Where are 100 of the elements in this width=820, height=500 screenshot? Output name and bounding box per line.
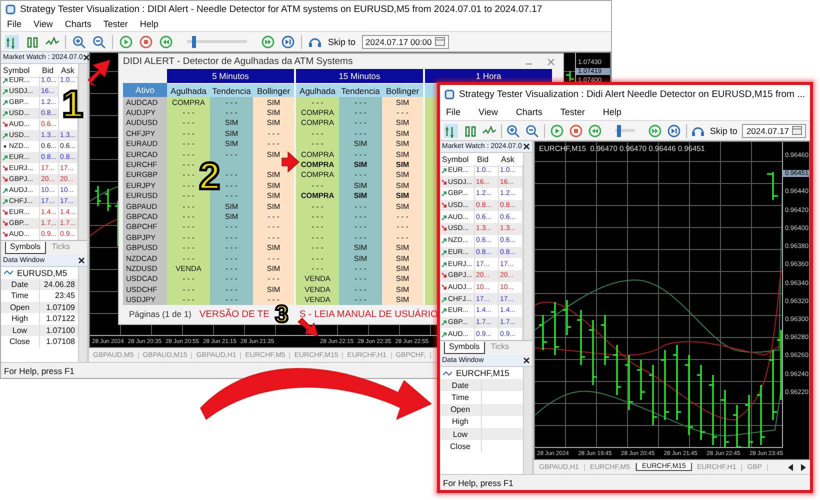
column-header[interactable]: Bid: [40, 64, 59, 78]
price-bar: [104, 188, 112, 212]
price-bar: [744, 394, 754, 447]
field-value: 1.07122: [45, 313, 76, 324]
wave-icon: [443, 370, 453, 377]
skip-end-icon[interactable]: [666, 124, 681, 138]
menu-item[interactable]: Help: [140, 19, 158, 29]
close-icon[interactable]: [82, 54, 90, 61]
fast-forward-icon[interactable]: [648, 124, 662, 138]
scrollbar[interactable]: [523, 153, 532, 340]
rewind-icon[interactable]: [159, 34, 173, 48]
play-icon[interactable]: [119, 34, 133, 48]
column-header: Agulhada: [296, 84, 339, 97]
pointer-arrow: [88, 60, 110, 86]
price-bar: [766, 171, 779, 201]
price-bar: [636, 359, 646, 401]
fast-forward-icon[interactable]: [261, 34, 275, 48]
column-header[interactable]: Symbol: [440, 153, 475, 167]
line-chart-icon[interactable]: [444, 124, 458, 138]
field-value: 1.07100: [40, 324, 78, 336]
symbol-name: EURUSD,M5: [17, 268, 68, 278]
calendar-icon: [434, 37, 445, 46]
price-bar: [565, 70, 575, 82]
price-bar: [576, 309, 586, 366]
slider-thumb[interactable]: [192, 36, 196, 48]
price-bar: [538, 314, 548, 351]
price-bar: [660, 349, 670, 421]
menu-item[interactable]: Tester: [103, 19, 128, 29]
pointer-arrow: [298, 318, 318, 336]
menu-item[interactable]: View: [34, 19, 53, 29]
zoom-in-icon[interactable]: [506, 124, 520, 138]
bar-chart-icon[interactable]: [463, 124, 477, 138]
zoom-out-icon[interactable]: [525, 124, 540, 138]
field-label: Low: [440, 428, 482, 440]
status-text: For Help, press F1: [4, 366, 74, 376]
column-header: Tendencia: [210, 84, 253, 97]
panel-tab[interactable]: Symbols: [5, 242, 46, 254]
price-bar: [720, 389, 730, 447]
menu-item[interactable]: Help: [602, 107, 622, 117]
column-header: Ativo: [123, 83, 167, 97]
zoom-out-icon[interactable]: [92, 34, 106, 48]
column-header: Bollinger: [382, 84, 423, 97]
column-header[interactable]: Symbol: [1, 64, 40, 78]
wave-icon: [4, 269, 14, 276]
skip-label: Skip to: [710, 126, 738, 136]
price-bar: [550, 301, 560, 356]
scrollbar[interactable]: [523, 367, 532, 474]
close-icon[interactable]: [523, 357, 530, 364]
column-header: Tendencia: [339, 84, 382, 97]
step-number: 3: [275, 305, 288, 324]
date-field[interactable]: 2024.07.17 00:00: [362, 34, 449, 48]
field-value: 23:45: [54, 290, 76, 302]
field-label: Low: [1, 324, 40, 336]
step-number: 1: [62, 86, 84, 124]
field-value: 1.07109: [40, 302, 78, 313]
menu-item[interactable]: File: [446, 107, 461, 117]
rewind-icon[interactable]: [588, 124, 602, 138]
price-bar: [756, 384, 766, 446]
scrollbar[interactable]: [78, 267, 87, 362]
close-icon[interactable]: [523, 143, 530, 150]
price-bar: [708, 374, 718, 446]
close-icon[interactable]: [78, 257, 85, 264]
field-value: 1.07108: [45, 336, 76, 348]
status-text: For Help, press F1: [443, 478, 514, 488]
field-label: Close: [1, 336, 40, 348]
menu-item[interactable]: Charts: [516, 107, 542, 117]
menu-item[interactable]: File: [7, 19, 22, 29]
column-header: Agulhada: [167, 84, 210, 97]
menu-item[interactable]: View: [478, 107, 498, 117]
group-header: 1 Hora: [425, 69, 552, 83]
pointer-arrow: [282, 151, 300, 173]
window-title: Strategy Tester Visualization : DIDI Alert - Needle Detector for ATM systems on EURUSD,M5 from 2024.07.01 to 2024.07.17: [20, 4, 544, 14]
field-label: Date: [1, 278, 40, 290]
calendar-icon: [792, 126, 802, 135]
stop-icon[interactable]: [139, 34, 153, 48]
skip-label: Skip to: [328, 36, 356, 46]
bar-chart-icon[interactable]: [25, 34, 39, 48]
price-bar: [562, 299, 572, 336]
scroll-left-icon[interactable]: [788, 464, 794, 470]
slider-thumb[interactable]: [616, 124, 621, 136]
field-label: Date: [440, 379, 482, 392]
price-bar: [648, 364, 658, 426]
scroll-right-icon[interactable]: [800, 464, 806, 470]
app-icon: [5, 4, 16, 14]
field-label: Open: [1, 302, 40, 313]
skip-end-icon[interactable]: [281, 34, 295, 48]
stop-icon[interactable]: [568, 124, 583, 138]
line-chart-icon[interactable]: [5, 34, 19, 48]
panel-title: DIDI ALERT - Detector de Agulhadas da ATM Systems: [123, 56, 353, 67]
field-value: 24.06.28: [40, 278, 78, 290]
play-icon[interactable]: [550, 124, 564, 138]
zoom-in-icon[interactable]: [72, 34, 86, 48]
column-header[interactable]: Bid: [475, 153, 499, 167]
price-bar: [600, 314, 610, 366]
warning-text: VERSÃO DE TE: [199, 308, 270, 320]
panel-tab[interactable]: Symbols: [444, 342, 485, 354]
menu-item[interactable]: Tester: [560, 107, 585, 117]
date-field[interactable]: 2024.07.17: [742, 124, 806, 138]
menu-item[interactable]: Charts: [64, 19, 92, 29]
app-icon: [444, 89, 455, 100]
